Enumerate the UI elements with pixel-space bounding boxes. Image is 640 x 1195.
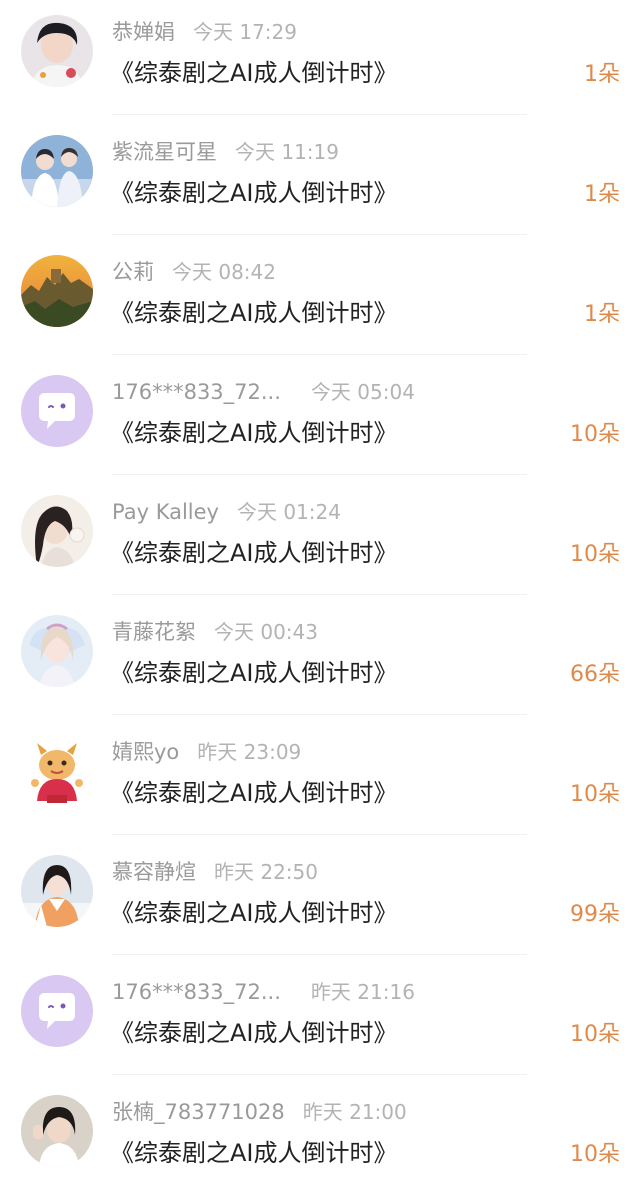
timestamp: 今天 05:04 — [310, 380, 415, 404]
user-name[interactable]: 青藤花絮 — [112, 620, 196, 644]
avatar[interactable] — [21, 15, 93, 87]
user-name[interactable]: 慕容静煊 — [112, 860, 196, 884]
gift-count: 10朵 — [570, 1142, 620, 1167]
list-item[interactable]: 慕容静煊 昨天 22:50 《综泰剧之AI成人倒计时》 99朵 — [0, 840, 640, 960]
item-meta: 176***833_72... 昨天 21:16 — [112, 975, 415, 1009]
item-meta: 紫流星可星 今天 11:19 — [112, 135, 339, 169]
item-title[interactable]: 《综泰剧之AI成人倒计时》 — [110, 175, 398, 211]
item-meta: 张楠_783771028 昨天 21:00 — [112, 1095, 407, 1129]
gift-count: 1朵 — [584, 302, 620, 327]
item-title[interactable]: 《综泰剧之AI成人倒计时》 — [110, 535, 398, 571]
list-item[interactable]: 176***833_72... 今天 05:04 《综泰剧之AI成人倒计时》 10… — [0, 360, 640, 480]
timestamp: 今天 17:29 — [193, 20, 297, 44]
timestamp: 昨天 22:50 — [214, 860, 318, 884]
list-item[interactable]: 婧熙yo 昨天 23:09 《综泰剧之AI成人倒计时》 10朵 — [0, 720, 640, 840]
user-name[interactable]: 张楠_783771028 — [112, 1100, 285, 1124]
user-name[interactable]: 恭婵娟 — [112, 20, 175, 44]
item-meta: 婧熙yo 昨天 23:09 — [112, 735, 301, 769]
list-item[interactable]: 公莉 今天 08:42 《综泰剧之AI成人倒计时》 1朵 — [0, 240, 640, 360]
timestamp: 今天 01:24 — [236, 500, 341, 524]
list-item[interactable]: 176***833_72... 昨天 21:16 《综泰剧之AI成人倒计时》 10… — [0, 960, 640, 1080]
timestamp: 今天 08:42 — [172, 260, 276, 284]
item-title[interactable]: 《综泰剧之AI成人倒计时》 — [110, 295, 398, 331]
item-title[interactable]: 《综泰剧之AI成人倒计时》 — [110, 775, 398, 811]
avatar[interactable] — [21, 255, 93, 327]
divider — [112, 594, 527, 595]
gift-count: 10朵 — [570, 422, 620, 447]
gift-count: 10朵 — [570, 542, 620, 567]
gift-count: 1朵 — [584, 62, 620, 87]
item-meta: Pay Kalley 今天 01:24 — [112, 495, 341, 529]
item-title[interactable]: 《综泰剧之AI成人倒计时》 — [110, 415, 398, 451]
item-title[interactable]: 《综泰剧之AI成人倒计时》 — [110, 895, 398, 931]
user-name[interactable]: 176***833_72... — [112, 980, 281, 1004]
list-item[interactable]: 紫流星可星 今天 11:19 《综泰剧之AI成人倒计时》 1朵 — [0, 120, 640, 240]
divider — [112, 354, 527, 355]
avatar[interactable] — [21, 615, 93, 687]
list-item[interactable]: 张楠_783771028 昨天 21:00 《综泰剧之AI成人倒计时》 10朵 — [0, 1080, 640, 1195]
timestamp: 昨天 23:09 — [197, 740, 302, 764]
gift-list: 恭婵娟 今天 17:29 《综泰剧之AI成人倒计时》 1朵 紫流星可星 今天 11:… — [0, 0, 640, 1195]
user-name[interactable]: 婧熙yo — [112, 740, 179, 764]
timestamp: 昨天 21:00 — [302, 1100, 407, 1124]
avatar[interactable] — [21, 135, 93, 207]
list-item[interactable]: Pay Kalley 今天 01:24 《综泰剧之AI成人倒计时》 10朵 — [0, 480, 640, 600]
item-meta: 青藤花絮 今天 00:43 — [112, 615, 318, 649]
item-meta: 公莉 今天 08:42 — [112, 255, 276, 289]
gift-count: 10朵 — [570, 782, 620, 807]
item-title[interactable]: 《综泰剧之AI成人倒计时》 — [110, 1135, 398, 1171]
timestamp: 今天 11:19 — [235, 140, 339, 164]
item-meta: 慕容静煊 昨天 22:50 — [112, 855, 318, 889]
gift-count: 10朵 — [570, 1022, 620, 1047]
avatar[interactable] — [21, 375, 93, 447]
user-name[interactable]: Pay Kalley — [112, 500, 219, 524]
item-meta: 176***833_72... 今天 05:04 — [112, 375, 415, 409]
gift-count: 66朵 — [570, 662, 620, 687]
item-title[interactable]: 《综泰剧之AI成人倒计时》 — [110, 55, 398, 91]
item-title[interactable]: 《综泰剧之AI成人倒计时》 — [110, 1015, 398, 1051]
avatar[interactable] — [21, 495, 93, 567]
item-meta: 恭婵娟 今天 17:29 — [112, 15, 297, 49]
user-name[interactable]: 176***833_72... — [112, 380, 281, 404]
gift-count: 99朵 — [570, 902, 620, 927]
list-item[interactable]: 青藤花絮 今天 00:43 《综泰剧之AI成人倒计时》 66朵 — [0, 600, 640, 720]
list-item[interactable]: 恭婵娟 今天 17:29 《综泰剧之AI成人倒计时》 1朵 — [0, 0, 640, 120]
avatar[interactable] — [21, 735, 93, 807]
user-name[interactable]: 公莉 — [112, 260, 154, 284]
divider — [112, 1074, 527, 1075]
divider — [112, 714, 527, 715]
chat-bubble-icon — [21, 375, 93, 447]
user-name[interactable]: 紫流星可星 — [112, 140, 217, 164]
avatar[interactable] — [21, 855, 93, 927]
divider — [112, 234, 527, 235]
avatar[interactable] — [21, 1095, 93, 1167]
chat-bubble-icon — [21, 975, 93, 1047]
item-title[interactable]: 《综泰剧之AI成人倒计时》 — [110, 655, 398, 691]
divider — [112, 834, 527, 835]
timestamp: 昨天 21:16 — [310, 980, 415, 1004]
gift-count: 1朵 — [584, 182, 620, 207]
timestamp: 今天 00:43 — [214, 620, 318, 644]
avatar[interactable] — [21, 975, 93, 1047]
divider — [112, 114, 527, 115]
divider — [112, 474, 527, 475]
divider — [112, 954, 527, 955]
